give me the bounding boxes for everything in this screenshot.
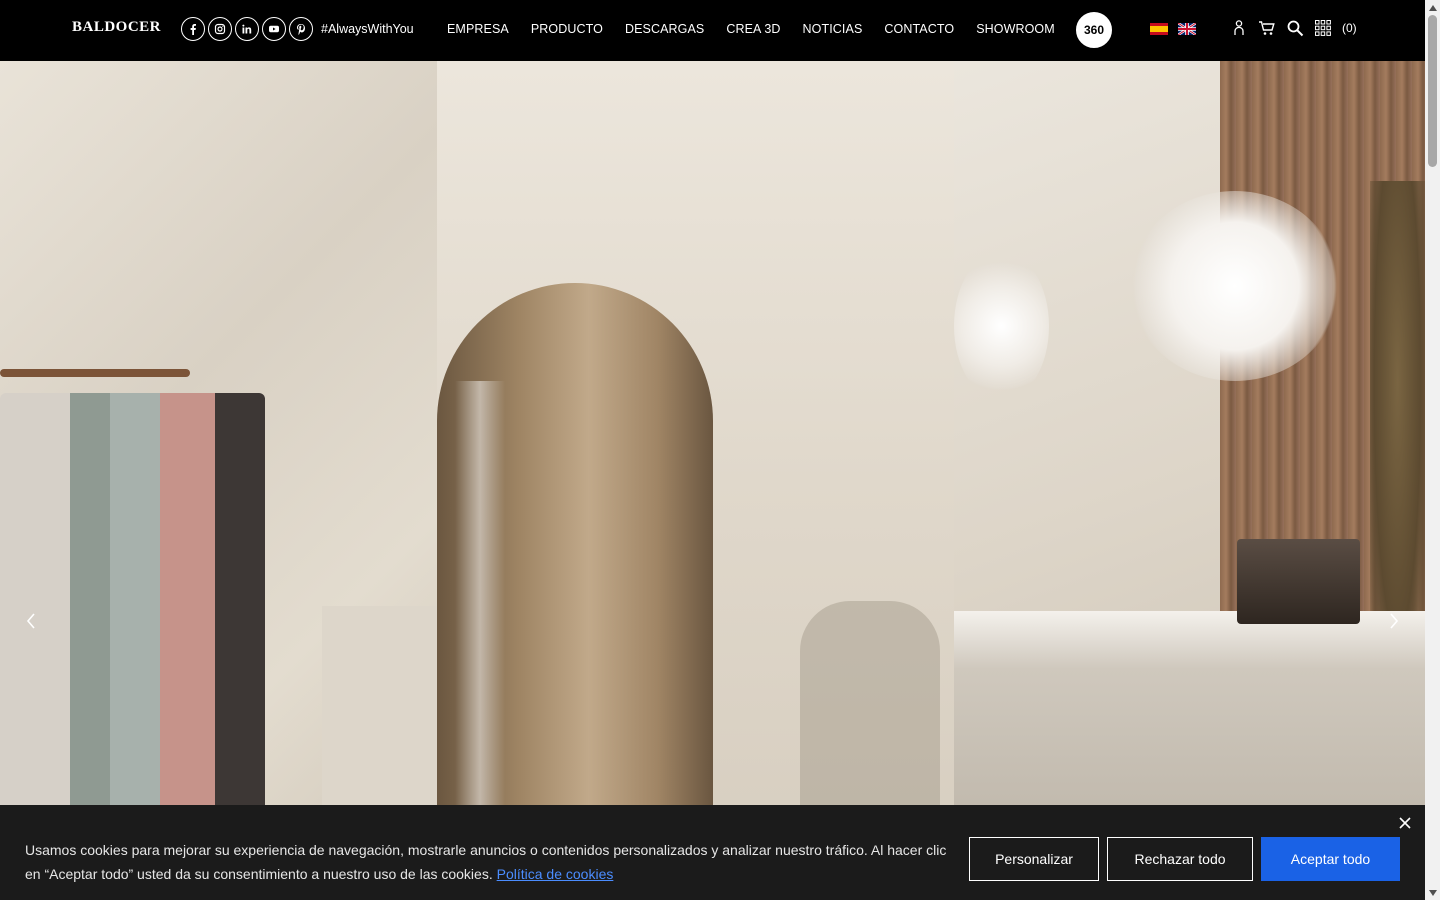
- cart-count[interactable]: (0): [1342, 21, 1357, 35]
- plant-decor: [1370, 181, 1425, 681]
- uk-flag-icon[interactable]: [1178, 23, 1196, 35]
- slider-next-button[interactable]: [1383, 609, 1405, 633]
- close-icon[interactable]: [1398, 816, 1412, 830]
- linkedin-icon[interactable]: [235, 17, 259, 41]
- cookie-message: Usamos cookies para mejorar su experienc…: [25, 838, 955, 886]
- hanging-clothes: [0, 393, 265, 813]
- cookie-text: Usamos cookies para mejorar su experienc…: [25, 842, 947, 882]
- arch-reflection: [455, 381, 505, 861]
- reject-all-button[interactable]: Rechazar todo: [1107, 837, 1253, 881]
- clothing-rack: [0, 369, 190, 377]
- main-nav: EMPRESA PRODUCTO DESCARGAS CREA 3D NOTIC…: [447, 22, 1077, 36]
- scroll-down-arrow[interactable]: [1425, 885, 1440, 900]
- caret-up-icon: [1428, 4, 1437, 11]
- pendant-lamp-small: [954, 251, 1049, 401]
- nav-item-showroom[interactable]: SHOWROOM: [976, 22, 1055, 36]
- grid-menu-icon[interactable]: [1314, 19, 1332, 37]
- search-icon[interactable]: [1286, 19, 1304, 37]
- chevron-right-icon: [1390, 613, 1399, 629]
- facebook-icon[interactable]: [181, 17, 205, 41]
- badge-360-label: 360: [1083, 23, 1105, 37]
- scroll-up-arrow[interactable]: [1425, 0, 1440, 15]
- language-switcher: [1150, 23, 1196, 35]
- personalize-button[interactable]: Personalizar: [969, 837, 1099, 881]
- brand-logo[interactable]: BALDOCER: [72, 19, 161, 36]
- page-scrollbar[interactable]: [1425, 0, 1440, 900]
- cart-icon[interactable]: [1258, 19, 1276, 37]
- slider-prev-button[interactable]: [20, 609, 42, 633]
- hashtag-label[interactable]: #AlwaysWithYou: [321, 22, 414, 36]
- instagram-icon[interactable]: [208, 17, 232, 41]
- virtual-tour-360-button[interactable]: 360: [1076, 12, 1112, 48]
- nav-item-contacto[interactable]: CONTACTO: [884, 22, 954, 36]
- youtube-icon[interactable]: [262, 17, 286, 41]
- hero-slider: [0, 61, 1425, 900]
- site-header: BALDOCER #AlwaysWithYou EMPRESA PRODUCTO…: [0, 0, 1425, 61]
- spain-flag-icon[interactable]: [1150, 23, 1168, 35]
- nav-item-producto[interactable]: PRODUCTO: [531, 22, 603, 36]
- nav-item-empresa[interactable]: EMPRESA: [447, 22, 509, 36]
- laptop: [1237, 539, 1360, 624]
- pinterest-icon[interactable]: [289, 17, 313, 41]
- accept-all-button[interactable]: Aceptar todo: [1261, 837, 1400, 881]
- scrollbar-thumb[interactable]: [1428, 15, 1437, 167]
- nav-item-crea-3d[interactable]: CREA 3D: [726, 22, 780, 36]
- pendant-lamp: [1130, 191, 1340, 381]
- caret-down-icon: [1428, 889, 1437, 896]
- user-icon[interactable]: [1230, 19, 1248, 37]
- nav-item-descargas[interactable]: DESCARGAS: [625, 22, 704, 36]
- chevron-left-icon: [26, 613, 35, 629]
- cookie-policy-link[interactable]: Política de cookies: [497, 866, 614, 882]
- social-links: #AlwaysWithYou: [181, 17, 414, 41]
- nav-item-noticias[interactable]: NOTICIAS: [803, 22, 863, 36]
- header-tools: (0): [1230, 19, 1357, 37]
- cookie-banner: Usamos cookies para mejorar su experienc…: [0, 805, 1425, 900]
